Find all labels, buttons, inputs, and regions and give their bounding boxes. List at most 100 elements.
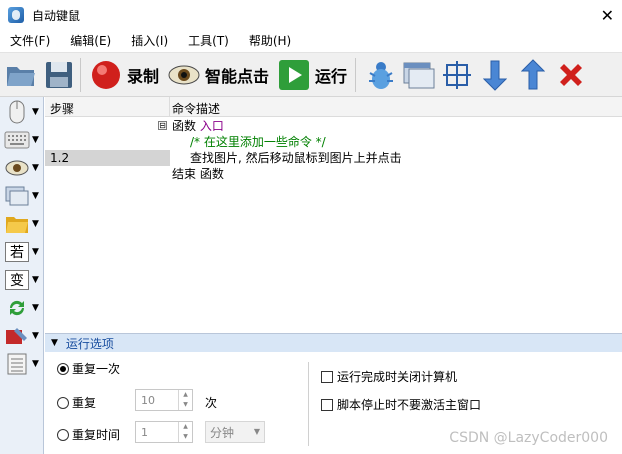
command-cell: 函数 入口	[172, 118, 224, 134]
tools-command[interactable]: ▼	[4, 323, 42, 349]
record-icon	[89, 58, 123, 92]
no-activate-label: 脚本停止时不要激活主窗口	[337, 398, 482, 412]
table-row[interactable]: /* 在这里添加一些命令 */	[45, 134, 622, 150]
debug-button[interactable]	[364, 55, 398, 95]
variable-command[interactable]: 变 ▼	[4, 267, 42, 293]
column-command-header[interactable]: 命令描述	[172, 100, 220, 117]
run-options-header[interactable]: ▼ 运行选项	[45, 333, 622, 352]
run-label: 运行	[315, 66, 348, 86]
image-command[interactable]: ▼	[4, 155, 42, 181]
dropdown-arrow-icon[interactable]: ▼	[32, 191, 39, 201]
keyboard-command[interactable]: ▼	[4, 127, 42, 153]
folder-icon	[4, 212, 30, 236]
dropdown-arrow-icon[interactable]: ▼	[32, 247, 39, 257]
smart-click-button[interactable]: 智能点击	[167, 55, 273, 95]
command-cell: 查找图片, 然后移动鼠标到图片上并点击	[190, 151, 402, 165]
function-name: 入口	[199, 119, 224, 133]
shutdown-checkbox[interactable]: 运行完成时关闭计算机	[321, 368, 457, 385]
loop-icon	[4, 296, 30, 320]
dropdown-arrow-icon[interactable]: ▼	[32, 219, 39, 229]
comment-cell: /* 在这里添加一些命令 */	[190, 135, 326, 149]
repeat-time-radio[interactable]: 重复时间	[57, 426, 120, 443]
move-down-button[interactable]	[478, 55, 512, 95]
list-icon	[4, 352, 30, 376]
radio-button[interactable]	[57, 428, 69, 441]
column-step-header[interactable]: 步骤	[50, 100, 74, 117]
radio-button[interactable]	[57, 396, 69, 409]
watermark: CSDN @LazyCoder000	[449, 430, 608, 446]
close-icon[interactable]: ✕	[601, 6, 614, 25]
run-icon	[277, 58, 311, 92]
run-options-title: 运行选项	[65, 336, 114, 351]
table-row[interactable]: 结束 函数	[45, 166, 622, 182]
if-label: 若	[5, 242, 29, 262]
toolbar-separator	[355, 57, 357, 92]
menu-help[interactable]: 帮助(H)	[239, 30, 301, 52]
time-unit-select[interactable]: 分钟 ▼	[205, 421, 265, 443]
run-button[interactable]: 运行	[277, 55, 351, 95]
dropdown-arrow-icon[interactable]: ▼	[32, 303, 39, 313]
table-row[interactable]: 1.2 查找图片, 然后移动鼠标到图片上并点击	[45, 150, 622, 166]
column-divider[interactable]	[169, 97, 170, 117]
spin-buttons[interactable]: ▲ ▼	[178, 422, 192, 442]
loop-command[interactable]: ▼	[4, 295, 42, 321]
chevron-down-icon: ▼	[253, 427, 260, 436]
dropdown-arrow-icon[interactable]: ▼	[32, 135, 39, 145]
repeat-time-stepper[interactable]: 1 ▲ ▼	[135, 421, 193, 443]
checkbox[interactable]	[321, 370, 333, 383]
if-command[interactable]: 若 ▼	[4, 239, 42, 265]
save-button[interactable]	[42, 55, 76, 95]
menu-edit[interactable]: 编辑(E)	[60, 30, 121, 52]
radio-button[interactable]	[57, 362, 69, 375]
crosshair-icon	[440, 58, 474, 92]
keyword: 函数	[172, 119, 197, 133]
repeat-count-value[interactable]: 10	[136, 394, 178, 407]
window-icon	[402, 58, 436, 92]
open-folder-icon	[4, 58, 38, 92]
window-button[interactable]	[402, 55, 436, 95]
file-command[interactable]: ▼	[4, 211, 42, 237]
capture-button[interactable]	[440, 55, 474, 95]
dropdown-arrow-icon[interactable]: ▼	[32, 331, 39, 341]
spin-up-icon: ▲	[183, 423, 188, 430]
dropdown-arrow-icon[interactable]: ▼	[32, 163, 39, 173]
delete-button[interactable]	[554, 55, 588, 95]
table-row[interactable]: ⊟ 函数 入口	[45, 118, 622, 134]
repeat-once-radio[interactable]: 重复一次	[57, 360, 120, 377]
repeat-once-label: 重复一次	[72, 362, 121, 376]
grid-header: 步骤 命令描述	[45, 97, 622, 117]
menu-tools[interactable]: 工具(T)	[178, 30, 239, 52]
dropdown-arrow-icon[interactable]: ▼	[32, 275, 39, 285]
if-icon: 若	[4, 240, 30, 264]
repeat-label: 重复	[72, 396, 97, 410]
checkbox[interactable]	[321, 398, 333, 411]
window-command[interactable]: ▼	[4, 183, 42, 209]
options-divider	[308, 362, 309, 446]
open-button[interactable]	[4, 55, 38, 95]
repeat-time-value[interactable]: 1	[136, 426, 178, 439]
script-grid[interactable]: 步骤 命令描述 ⊟ 函数 入口 /* 在这里添加一些命令 */ 1.2 查找图片…	[45, 97, 622, 333]
toolbar-separator	[80, 57, 81, 92]
record-button[interactable]: 录制	[89, 55, 163, 95]
arrow-down-icon	[478, 58, 512, 92]
mouse-command[interactable]: ▼	[4, 99, 42, 125]
menu-insert[interactable]: 插入(I)	[121, 30, 178, 52]
dropdown-arrow-icon[interactable]: ▼	[32, 359, 39, 369]
repeat-radio[interactable]: 重复	[57, 394, 96, 411]
menu-file[interactable]: 文件(F)	[0, 30, 60, 52]
eye-icon	[167, 58, 201, 92]
smart-click-label: 智能点击	[205, 66, 270, 86]
shutdown-label: 运行完成时关闭计算机	[337, 370, 458, 384]
collapse-icon[interactable]: ⊟	[158, 121, 167, 130]
keyword: 结束	[172, 167, 197, 181]
collapse-triangle-icon[interactable]: ▼	[51, 338, 58, 348]
save-icon	[42, 58, 76, 92]
no-activate-checkbox[interactable]: 脚本停止时不要激活主窗口	[321, 396, 481, 413]
dropdown-arrow-icon[interactable]: ▼	[32, 107, 39, 117]
spin-buttons[interactable]: ▲ ▼	[178, 390, 192, 410]
mouse-icon	[4, 100, 30, 124]
repeat-count-stepper[interactable]: 10 ▲ ▼	[135, 389, 193, 411]
move-up-button[interactable]	[516, 55, 550, 95]
keyword: 函数	[199, 167, 224, 181]
list-command[interactable]: ▼	[4, 351, 42, 377]
